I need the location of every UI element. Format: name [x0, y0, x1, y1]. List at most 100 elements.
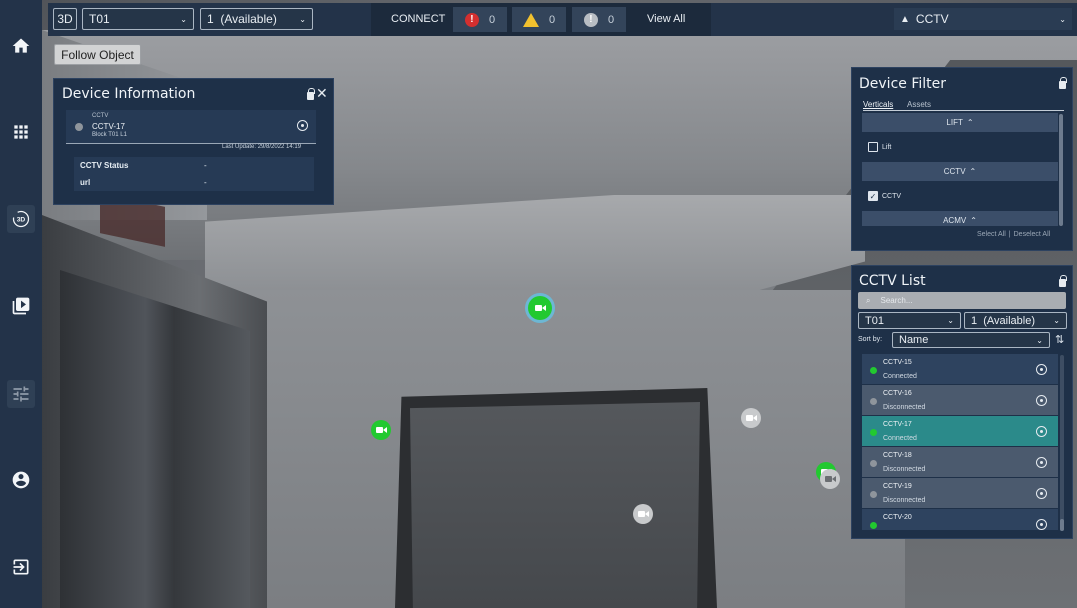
- locate-icon[interactable]: [1036, 519, 1047, 530]
- sort-select[interactable]: Name ⌄: [892, 332, 1050, 348]
- locate-icon[interactable]: [297, 120, 308, 131]
- group-label: CCTV: [943, 167, 966, 176]
- filter-group-header-acmv[interactable]: ACMV ⌃: [862, 211, 1058, 226]
- svg-text:3D: 3D: [17, 217, 26, 224]
- camera-marker[interactable]: [371, 420, 391, 440]
- category-icon: ▲: [900, 13, 910, 25]
- follow-object-button[interactable]: Follow Object: [54, 44, 141, 65]
- view-mode-label: 3D: [57, 12, 73, 26]
- camera-marker[interactable]: [633, 504, 653, 524]
- category-select[interactable]: ▲ CCTV ⌄: [894, 8, 1072, 30]
- cctv-list: CCTV-15 Connected CCTV-16 Disconnected C…: [862, 354, 1058, 530]
- list-item[interactable]: CCTV-18 Disconnected: [862, 447, 1058, 478]
- cctv-name: CCTV-16: [883, 390, 912, 397]
- grid-icon: [14, 125, 28, 139]
- device-category: CCTV: [92, 113, 109, 119]
- panel-title: CCTV List: [859, 273, 926, 289]
- group-label: ACMV: [943, 216, 967, 225]
- chevron-down-icon: ⌄: [299, 14, 306, 24]
- info-value: -: [204, 178, 207, 187]
- option-label: Lift: [882, 143, 892, 151]
- cctv-name: CCTV-20: [883, 514, 912, 521]
- video-camera-icon: [824, 476, 836, 482]
- chevron-down-icon: ⌄: [1036, 335, 1043, 345]
- option-label: CCTV: [882, 192, 902, 200]
- scrollbar[interactable]: [1059, 114, 1063, 226]
- list-item[interactable]: CCTV-20: [862, 509, 1058, 530]
- info-key: CCTV Status: [80, 161, 129, 170]
- apps-button[interactable]: [7, 118, 35, 146]
- scrollbar-track: [1060, 355, 1064, 531]
- locate-icon[interactable]: [1036, 395, 1047, 406]
- cctv-name: CCTV-19: [883, 483, 912, 490]
- category-select-value: CCTV: [915, 12, 949, 26]
- lock-icon[interactable]: [307, 88, 315, 100]
- cctv-name: CCTV-18: [883, 452, 912, 459]
- playlist-button[interactable]: [7, 292, 35, 320]
- device-card: CCTV CCTV-17 Block T01 L1: [66, 110, 316, 144]
- search-input[interactable]: ⌕ Search...: [858, 292, 1066, 309]
- video-camera-icon: [534, 305, 546, 311]
- account-button[interactable]: [7, 466, 35, 494]
- level-select[interactable]: 1 (Available) ⌄: [200, 8, 313, 30]
- chevron-down-icon: ⌄: [947, 316, 954, 325]
- deselect-all-link[interactable]: Deselect All: [1014, 231, 1051, 238]
- alarm-icon: !: [464, 12, 479, 27]
- separator: |: [1008, 231, 1011, 238]
- list-item[interactable]: CCTV-15 Connected: [862, 354, 1058, 385]
- block-select-value: T01: [89, 12, 110, 26]
- home-button[interactable]: [7, 32, 35, 60]
- 3d-rotate-icon: 3D: [12, 210, 30, 228]
- chevron-up-icon: ⌃: [969, 167, 977, 176]
- filter-group-header-lift[interactable]: LIFT ⌃: [862, 113, 1058, 132]
- tab-assets[interactable]: Assets: [907, 100, 931, 109]
- list-block-select[interactable]: T01 ⌄: [858, 312, 961, 329]
- video-camera-icon: [637, 511, 649, 517]
- tab-verticals[interactable]: Verticals: [863, 100, 893, 109]
- warning-count: 0: [548, 13, 556, 26]
- alarm-counter[interactable]: ! 0: [453, 7, 507, 32]
- filter-group-header-cctv[interactable]: CCTV ⌃: [862, 162, 1058, 181]
- status-dot: [870, 429, 877, 436]
- view-mode-toggle[interactable]: 3D: [53, 8, 77, 30]
- block-select-value: T01: [865, 314, 884, 327]
- video-camera-icon: [745, 415, 757, 421]
- logout-button[interactable]: [7, 553, 35, 581]
- camera-marker[interactable]: [741, 408, 761, 428]
- lock-icon[interactable]: [1059, 77, 1067, 89]
- info-row-status: CCTV Status -: [74, 157, 314, 174]
- scrollbar[interactable]: [1060, 519, 1064, 531]
- checkbox-checked[interactable]: ✓: [868, 191, 878, 201]
- locate-icon[interactable]: [1036, 426, 1047, 437]
- list-item-selected[interactable]: CCTV-17 Connected: [862, 416, 1058, 447]
- list-item[interactable]: CCTV-19 Disconnected: [862, 478, 1058, 509]
- filter-option-lift[interactable]: Lift: [862, 132, 1058, 162]
- filter-option-cctv[interactable]: ✓ CCTV: [862, 181, 1058, 211]
- device-name: CCTV-17: [92, 122, 125, 131]
- sort-order-icon[interactable]: ⇅: [1055, 333, 1064, 346]
- locate-icon[interactable]: [1036, 457, 1047, 468]
- select-all-link[interactable]: Select All: [977, 231, 1006, 238]
- top-bar: 3D T01 ⌄ 1 (Available) ⌄ CONNECT ! 0 0 !…: [48, 3, 1077, 36]
- status-dot: [870, 460, 877, 467]
- cctv-status: Disconnected: [883, 404, 926, 411]
- warning-counter[interactable]: 0: [512, 7, 566, 32]
- camera-marker[interactable]: [820, 469, 840, 489]
- info-counter[interactable]: ! 0: [572, 7, 626, 32]
- cctv-status: Connected: [883, 373, 917, 380]
- checkbox[interactable]: [868, 142, 878, 152]
- 3d-view-button[interactable]: 3D: [7, 205, 35, 233]
- locate-icon[interactable]: [1036, 364, 1047, 375]
- view-all-link[interactable]: View All: [647, 8, 685, 30]
- close-icon[interactable]: ✕: [316, 85, 328, 102]
- locate-icon[interactable]: [1036, 488, 1047, 499]
- chevron-down-icon: ⌄: [1059, 14, 1066, 24]
- list-level-select[interactable]: 1 (Available) ⌄: [964, 312, 1067, 329]
- block-select[interactable]: T01 ⌄: [82, 8, 194, 30]
- tab-divider: [863, 110, 1064, 111]
- list-item[interactable]: CCTV-16 Disconnected: [862, 385, 1058, 416]
- settings-sliders-button[interactable]: [7, 380, 35, 408]
- lock-icon[interactable]: [1059, 275, 1067, 287]
- search-placeholder: Search...: [880, 296, 913, 305]
- camera-marker-selected[interactable]: [528, 296, 552, 320]
